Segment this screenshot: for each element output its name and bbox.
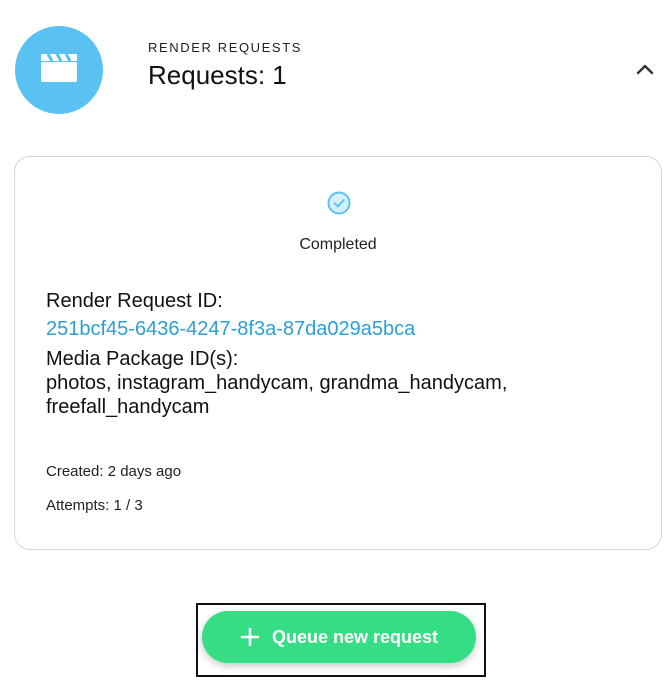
collapse-button[interactable]	[630, 58, 660, 84]
page-title: Requests: 1	[148, 60, 287, 90]
attempts-text: Attempts: 1 / 3	[46, 497, 143, 514]
section-label: RENDER REQUESTS	[148, 40, 303, 55]
status-text: Completed	[299, 236, 377, 253]
queue-new-request-button[interactable]: Queue new request	[202, 611, 476, 663]
render-request-id-link[interactable]: 251bcf45-6436-4247-8f3a-87da029a5bca	[46, 318, 415, 341]
clapperboard-icon	[40, 52, 78, 88]
created-text: Created: 2 days ago	[46, 463, 182, 480]
render-request-id-label: Render Request ID:	[46, 290, 223, 312]
queue-new-request-label: Queue new request	[271, 626, 439, 647]
media-package-list-continued: freefall_handycam	[46, 396, 210, 418]
render-requests-avatar	[15, 26, 103, 114]
check-circle-icon	[325, 189, 353, 217]
chevron-up-icon	[636, 62, 654, 80]
media-package-list: photos, instagram_handycam, grandma_hand…	[46, 372, 508, 394]
media-package-label: Media Package ID(s):	[46, 348, 239, 370]
plus-icon	[240, 627, 260, 647]
